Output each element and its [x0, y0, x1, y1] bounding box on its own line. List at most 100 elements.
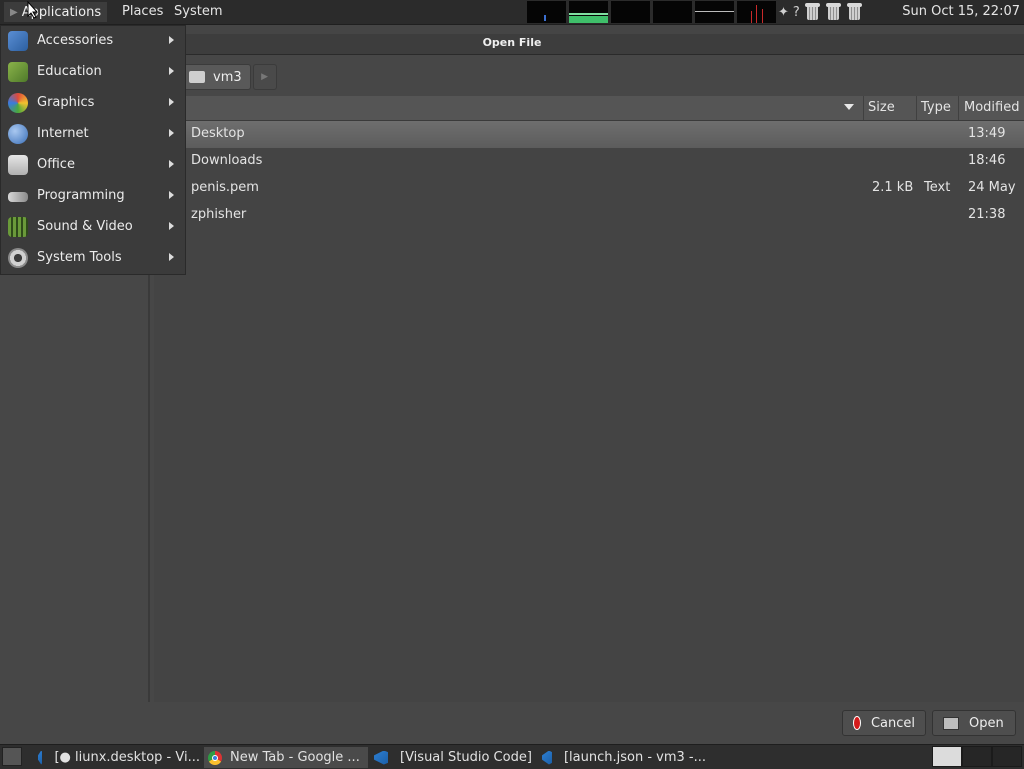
cancel-icon: [853, 716, 861, 730]
menu-item-accessories[interactable]: Accessories: [1, 26, 185, 57]
vscode-icon: [542, 750, 552, 765]
places-menu[interactable]: Places: [122, 4, 163, 19]
taskbar-item-label: [launch.json - vm3 -...: [563, 750, 706, 765]
chrome-icon: [208, 750, 222, 765]
trash-icon[interactable]: [846, 3, 863, 21]
menu-arrow-icon: ▶: [10, 6, 18, 18]
column-separator[interactable]: [863, 96, 864, 120]
load-monitor[interactable]: [653, 1, 692, 23]
disk-monitor[interactable]: [737, 1, 776, 23]
show-desktop-icon[interactable]: [2, 747, 22, 766]
taskbar-item[interactable]: [Visual Studio Code]: [374, 747, 534, 768]
column-separator[interactable]: [916, 96, 917, 120]
vscode-icon: [374, 750, 388, 765]
menu-item-programming[interactable]: Programming: [1, 181, 185, 212]
path-label: vm3: [213, 69, 242, 85]
submenu-arrow-icon: [169, 222, 174, 230]
help-icon[interactable]: ?: [793, 5, 800, 20]
taskbar-item-label: New Tab - Google ...: [230, 750, 360, 765]
submenu-arrow-icon: [169, 36, 174, 44]
open-folder-icon: [943, 716, 959, 730]
taskbar-item-label: [● liunx.desktop - Vi...: [54, 750, 200, 765]
file-modified: 21:38: [968, 207, 1006, 222]
column-type[interactable]: Type: [921, 100, 951, 115]
menu-item-label: Internet: [37, 126, 89, 141]
workspace-3[interactable]: [992, 746, 1022, 767]
home-folder-icon: [189, 71, 205, 83]
swap-monitor[interactable]: [611, 1, 650, 23]
sort-descending-icon[interactable]: [844, 104, 854, 110]
vscode-icon: [38, 750, 43, 765]
system-tools-icon: [8, 248, 28, 268]
cpu-monitor[interactable]: [527, 1, 566, 23]
education-icon: [8, 62, 28, 82]
file-row[interactable]: zphisher 21:38: [154, 202, 1024, 229]
clock[interactable]: Sun Oct 15, 22:07: [902, 4, 1020, 19]
file-row[interactable]: Desktop 13:49: [154, 121, 1024, 148]
submenu-arrow-icon: [169, 191, 174, 199]
submenu-arrow-icon: [169, 160, 174, 168]
cancel-label: Cancel: [870, 715, 915, 731]
workspace-1[interactable]: [932, 746, 962, 767]
file-size: 2.1 kB: [872, 180, 914, 195]
submenu-arrow-icon: [169, 129, 174, 137]
internet-icon: [8, 124, 28, 144]
column-header: ne Size Type Modified: [154, 96, 1024, 121]
taskbar-item[interactable]: [launch.json - vm3 -...: [542, 747, 706, 768]
trash-icon[interactable]: [825, 3, 842, 21]
file-name: Downloads: [191, 153, 263, 168]
workspace-2[interactable]: [962, 746, 992, 767]
file-name: penis.pem: [191, 180, 259, 195]
menu-item-label: Programming: [37, 188, 125, 203]
menu-item-graphics[interactable]: Graphics: [1, 88, 185, 119]
file-type: Text: [924, 180, 951, 195]
system-menu[interactable]: System: [174, 4, 222, 19]
column-separator[interactable]: [958, 96, 959, 120]
file-name: zphisher: [191, 207, 247, 222]
file-row[interactable]: Downloads 18:46: [154, 148, 1024, 175]
taskbar-item[interactable]: [● liunx.desktop - Vi...: [38, 747, 200, 768]
office-icon: [8, 155, 28, 175]
cancel-button[interactable]: Cancel: [842, 710, 926, 736]
open-label: Open: [969, 715, 1004, 731]
menu-item-education[interactable]: Education: [1, 57, 185, 88]
graphics-icon: [8, 93, 28, 113]
places-sidebar[interactable]: [0, 274, 150, 702]
path-scroll-right-button[interactable]: ▶: [252, 64, 277, 90]
menu-item-label: Graphics: [37, 95, 95, 110]
network-icon[interactable]: ✦: [778, 5, 789, 20]
accessories-icon: [8, 31, 28, 51]
programming-icon: [8, 192, 28, 202]
menu-item-office[interactable]: Office: [1, 150, 185, 181]
submenu-arrow-icon: [169, 98, 174, 106]
taskbar: [● liunx.desktop - Vi... New Tab - Googl…: [0, 744, 1024, 769]
file-modified: 18:46: [968, 153, 1006, 168]
submenu-arrow-icon: [169, 67, 174, 75]
trash-icon[interactable]: [804, 3, 821, 21]
net-monitor[interactable]: [695, 1, 734, 23]
system-tray: ✦ ?: [778, 3, 863, 21]
menu-item-label: Office: [37, 157, 75, 172]
menu-item-internet[interactable]: Internet: [1, 119, 185, 150]
menu-item-label: Sound & Video: [37, 219, 133, 234]
menu-item-sound-video[interactable]: Sound & Video: [1, 212, 185, 243]
applications-menu-button[interactable]: ▶ Applications: [4, 2, 108, 22]
open-button[interactable]: Open: [932, 710, 1016, 736]
applications-menu: Accessories Education Graphics Internet …: [0, 25, 186, 275]
file-modified: 24 May: [968, 180, 1016, 195]
column-modified[interactable]: Modified: [964, 100, 1019, 115]
menu-item-system-tools[interactable]: System Tools: [1, 243, 185, 274]
taskbar-item-label: [Visual Studio Code]: [400, 750, 532, 765]
file-row[interactable]: penis.pem 2.1 kB Text 24 May: [154, 175, 1024, 202]
taskbar-item[interactable]: New Tab - Google ...: [204, 747, 368, 768]
menu-item-label: Accessories: [37, 33, 114, 48]
top-panel: ▶ Applications Places System ✦ ? Sun Oct…: [0, 0, 1024, 25]
menu-item-label: Education: [37, 64, 102, 79]
sound-video-icon: [8, 217, 28, 237]
file-name: Desktop: [191, 126, 245, 141]
submenu-arrow-icon: [169, 253, 174, 261]
memory-monitor[interactable]: [569, 1, 608, 23]
column-size[interactable]: Size: [868, 100, 895, 115]
file-list[interactable]: ne Size Type Modified Desktop 13:49 Down…: [154, 96, 1024, 702]
mouse-pointer-icon: [27, 1, 39, 19]
